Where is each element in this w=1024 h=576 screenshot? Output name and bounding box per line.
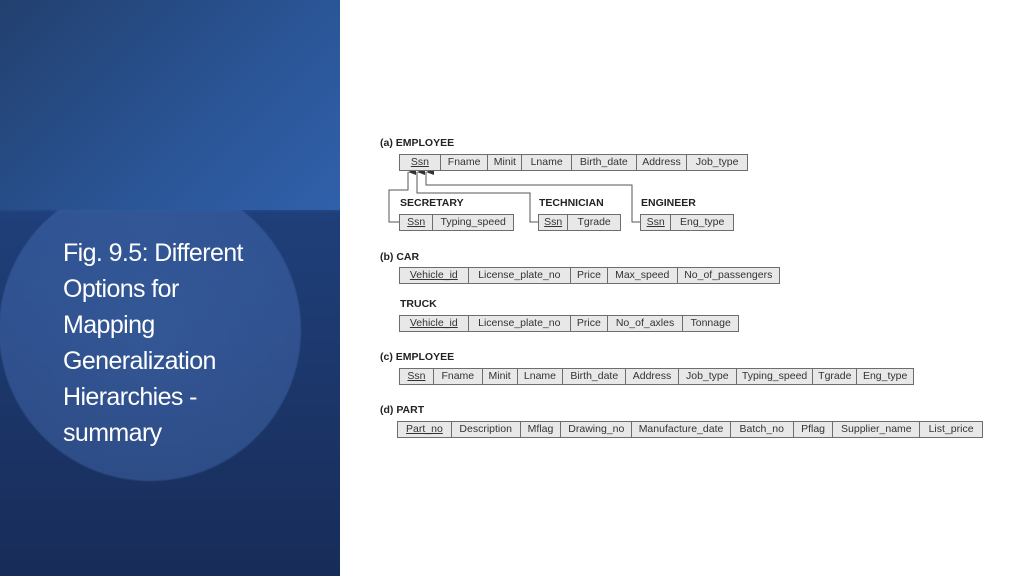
primary-key-cell: Part_no <box>398 422 452 437</box>
attribute-cell: Manufacture_date <box>632 422 731 437</box>
attribute-cell: Address <box>626 369 679 384</box>
attribute-cell: Lname <box>518 369 564 384</box>
attribute-cell: Tgrade <box>813 369 858 384</box>
attribute-cell: List_price <box>928 423 974 435</box>
foreign-key-connectors <box>388 169 640 223</box>
relation-table: Part_no Description Mflag Drawing_no Manufac… <box>397 421 983 438</box>
attribute-cell: Minit <box>483 369 518 384</box>
attribute-cell: Batch_no <box>731 422 794 437</box>
relation-table: Vehicle_id License_plate_no Price Max_speed… <box>399 267 780 284</box>
primary-key-cell: Vehicle_id <box>400 316 469 331</box>
attribute-cell: Drawing_no <box>561 422 633 437</box>
attribute-cell: Price <box>571 268 608 283</box>
attribute-cell: Birth_date <box>563 369 627 384</box>
attribute-cell: Eng_type <box>679 216 725 228</box>
primary-key-cell: Ssn <box>641 215 672 230</box>
primary-key-cell: Ssn <box>400 369 434 384</box>
attribute-cell: Eng_type <box>862 370 908 382</box>
relation-table: Ssn Fname Minit Lname Birth_date Address Job_t… <box>399 368 914 385</box>
attribute-cell: No_of_axles <box>608 316 684 331</box>
attribute-cell: No_of_passengers <box>684 269 773 281</box>
attribute-cell: Minit <box>488 155 523 170</box>
relation-table: Ssn Eng_type <box>640 214 734 231</box>
primary-key-cell: Ssn <box>400 215 434 230</box>
attribute-cell: Max_speed <box>608 268 678 283</box>
primary-key-cell: Ssn <box>400 155 441 170</box>
attribute-cell: License_plate_no <box>469 316 571 331</box>
relation-table: Ssn Typing_speed <box>399 214 514 231</box>
attribute-cell: Fname <box>441 155 489 170</box>
attribute-cell: Lname <box>522 155 573 170</box>
attribute-cell: License_plate_no <box>469 268 572 283</box>
attribute-cell: Typing_speed <box>440 216 506 228</box>
attribute-cell: Typing_speed <box>737 369 814 384</box>
attribute-cell: Birth_date <box>572 155 637 170</box>
relation-table: Ssn Fname Minit Lname Birth_date Address Job_t… <box>399 154 748 171</box>
attribute-cell: Address <box>637 155 688 170</box>
attribute-cell: Description <box>452 422 521 437</box>
attribute-cell: Job_type <box>679 369 737 384</box>
primary-key-cell: Ssn <box>539 215 569 230</box>
attribute-cell: Job_type <box>695 156 739 168</box>
relation-table: Vehicle_id License_plate_no Price No_of_axl… <box>399 315 739 332</box>
relation-table: Ssn Tgrade <box>538 214 621 231</box>
attribute-cell: Price <box>571 316 608 331</box>
attribute-cell: Fname <box>434 369 483 384</box>
attribute-cell: Tgrade <box>577 216 611 228</box>
attribute-cell: Pflag <box>794 422 834 437</box>
attribute-cell: Supplier_name <box>833 422 921 437</box>
primary-key-cell: Vehicle_id <box>400 268 469 283</box>
attribute-cell: Tonnage <box>690 317 731 329</box>
attribute-cell: Mflag <box>521 422 562 437</box>
